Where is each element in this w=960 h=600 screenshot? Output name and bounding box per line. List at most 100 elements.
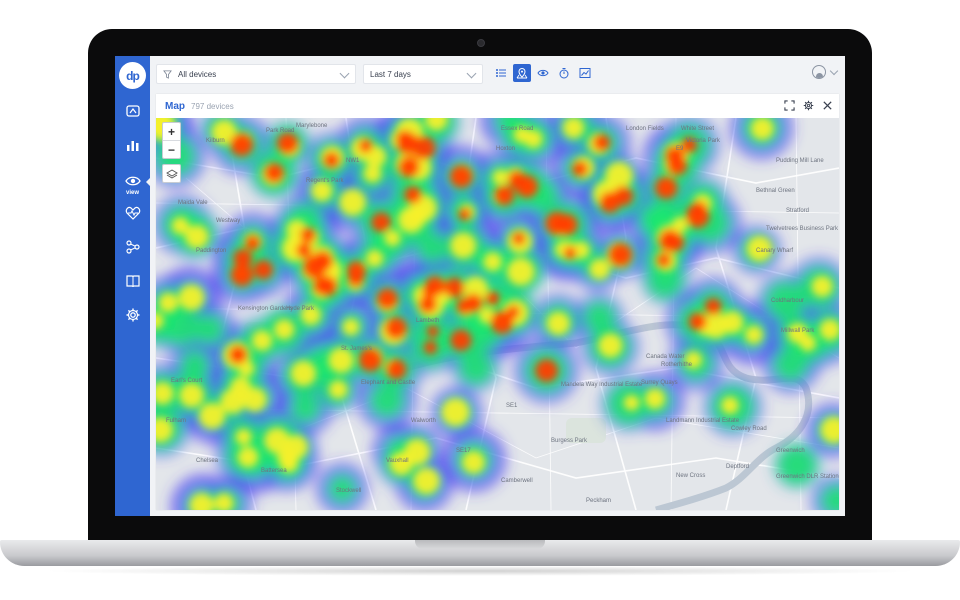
sidebar-item-network[interactable] — [115, 236, 150, 258]
heat-blob — [339, 189, 366, 216]
expand-icon — [783, 99, 795, 111]
eye-view-button[interactable] — [534, 64, 552, 82]
map-view-button[interactable] — [513, 64, 531, 82]
heat-blob — [598, 333, 623, 358]
panel-settings-button[interactable] — [802, 98, 814, 112]
eye-icon — [537, 69, 549, 77]
sidebar-item-analytics[interactable] — [115, 134, 150, 156]
heat-blob — [721, 396, 739, 415]
map-place-label: Stratford — [786, 208, 810, 214]
heat-blob — [545, 211, 569, 235]
map-place-label: Peckham — [586, 498, 612, 504]
list-view-button[interactable] — [492, 64, 510, 82]
heat-blob — [450, 329, 472, 351]
heat-blob — [158, 292, 179, 313]
device-filter-select[interactable]: All devices — [156, 64, 356, 84]
map-place-label: E9 — [676, 146, 684, 152]
heatmap-map[interactable]: Kilburn Park Road Marylebone Maida Vale Rege… — [156, 118, 839, 510]
map-panel: Map 797 devices Kilburn Park Road Maryle… — [156, 94, 839, 510]
fullscreen-button[interactable] — [783, 98, 795, 112]
heat-blob — [506, 305, 520, 319]
heat-blob — [368, 382, 406, 419]
date-range-select[interactable]: Last 7 days — [363, 64, 483, 84]
chart-icon — [579, 68, 591, 78]
heat-blob — [483, 252, 503, 272]
map-place-label: Westway — [216, 218, 241, 224]
heat-blob — [199, 402, 226, 429]
map-place-label: Rotherhithe — [661, 362, 693, 368]
heat-blob — [235, 428, 252, 446]
sidebar-item-settings[interactable] — [115, 304, 150, 326]
sidebar-item-dashboard[interactable] — [115, 100, 150, 122]
map-place-label: Maida Vale — [178, 200, 208, 206]
sidebar-item-view[interactable]: view — [115, 170, 151, 198]
laptop-notch — [415, 540, 545, 549]
heat-blob — [300, 227, 316, 243]
avatar — [812, 65, 826, 79]
heat-blob — [404, 186, 422, 204]
close-icon — [822, 100, 832, 110]
map-place-label: Burgess Park — [551, 438, 588, 444]
user-menu[interactable] — [812, 65, 839, 79]
map-place-label: Deptford — [726, 464, 750, 470]
layers-button[interactable] — [162, 164, 181, 183]
sidebar-item-health[interactable] — [115, 202, 150, 224]
map-place-label: Regent's Park — [306, 178, 344, 184]
timer-view-button[interactable] — [555, 64, 573, 82]
close-button[interactable] — [821, 98, 833, 112]
map-place-label: London Fields — [626, 126, 664, 132]
heat-blob — [704, 298, 722, 316]
heat-blob — [494, 185, 515, 206]
heat-blob — [423, 340, 438, 355]
heat-blob — [444, 277, 465, 298]
map-place-label: Earl's Court — [171, 378, 203, 384]
map-place-label: Park Road — [266, 128, 295, 134]
dashboard-icon — [125, 105, 140, 117]
map-place-label: Elephant and Castle — [361, 380, 416, 386]
map-place-label: Cowley Road — [731, 426, 767, 432]
heat-blob — [457, 349, 495, 386]
heat-blob — [450, 232, 477, 259]
zoom-in-button[interactable]: + — [163, 123, 180, 140]
heat-blob — [363, 164, 382, 183]
heat-blob — [160, 306, 201, 347]
map-place-label: Essex Road — [501, 126, 534, 132]
laptop-shadow — [40, 566, 920, 576]
heat-blob — [563, 246, 577, 260]
heat-blob — [655, 176, 678, 199]
chart-view-button[interactable] — [576, 64, 594, 82]
map-place-label: Hoxton — [496, 146, 516, 152]
heat-blob — [245, 235, 261, 251]
heat-blob — [323, 152, 340, 168]
heat-blob — [346, 261, 366, 281]
map-place-label: SE17 — [456, 448, 471, 454]
heat-blob — [365, 249, 384, 268]
panel-title: Map — [165, 100, 185, 112]
brand-logo[interactable]: dp — [119, 62, 146, 89]
heat-blob — [178, 284, 205, 311]
map-place-label: Camberwell — [501, 478, 533, 484]
map-basemap — [156, 118, 839, 510]
map-place-label: White Street — [681, 126, 715, 132]
heat-blob — [233, 248, 253, 268]
heat-blob — [386, 359, 407, 380]
zoom-out-button[interactable]: − — [163, 140, 180, 158]
sidebar-item-docs[interactable] — [115, 270, 150, 292]
heat-blob — [264, 163, 284, 183]
heat-blob — [277, 132, 299, 154]
book-icon — [125, 275, 140, 288]
map-place-label: Pudding Mill Lane — [776, 158, 824, 164]
heat-blob — [720, 311, 744, 334]
heat-blob — [398, 156, 420, 178]
heat-blob — [546, 311, 570, 336]
active-indicator — [146, 177, 151, 187]
map-place-label: Battersea — [261, 468, 287, 474]
heat-blob — [656, 253, 671, 268]
heat-blob — [371, 212, 392, 233]
heat-blob — [515, 175, 539, 198]
map-place-label: New Cross — [676, 473, 706, 479]
map-place-label: Victoria Park — [686, 138, 720, 144]
heat-blob — [772, 346, 809, 383]
heat-blob — [242, 387, 267, 412]
map-place-label: Mandela Way Industrial Estate — [561, 382, 643, 388]
